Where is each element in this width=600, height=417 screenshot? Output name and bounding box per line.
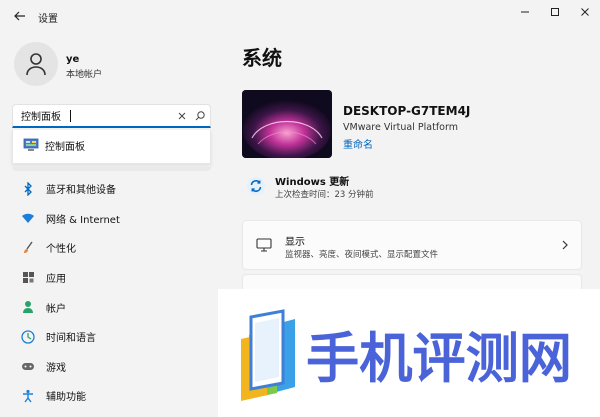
sidebar-item-label: 时间和语言 <box>46 333 96 345</box>
rename-link[interactable]: 重命名 <box>343 136 373 151</box>
apps-icon <box>21 271 35 285</box>
sidebar-item-network[interactable]: 网络 & Internet <box>12 204 211 234</box>
bluetooth-icon <box>21 181 35 196</box>
close-button[interactable] <box>570 0 600 24</box>
sidebar-item-bluetooth[interactable]: 蓝牙和其他设备 <box>12 174 211 204</box>
search-box[interactable] <box>12 104 211 128</box>
sidebar-item-label: 辅助功能 <box>46 392 86 404</box>
device-name: DESKTOP-G7TEM4J <box>343 104 471 118</box>
sidebar-item-label: 蓝牙和其他设备 <box>46 185 116 197</box>
avatar[interactable] <box>14 42 58 86</box>
sidebar-item-label: 游戏 <box>46 362 66 374</box>
card-subtitle: 监视器、亮度、夜间模式、显示配置文件 <box>285 250 439 260</box>
sidebar-item-label: 网络 & Internet <box>46 214 120 226</box>
accessibility-icon <box>21 389 35 403</box>
search-input[interactable] <box>21 110 161 121</box>
chevron-right-icon <box>562 240 568 250</box>
window-controls <box>510 0 600 24</box>
card-title: 显示 <box>285 237 305 248</box>
title-bar: 设置 <box>0 0 600 32</box>
gamepad-icon <box>21 359 35 373</box>
person-icon <box>21 300 35 314</box>
minimize-button[interactable] <box>510 0 540 24</box>
person-icon <box>26 53 46 76</box>
sidebar-item-gaming[interactable]: 游戏 <box>12 352 211 382</box>
brush-icon <box>21 241 35 255</box>
sidebar-item-label: 帐户 <box>46 303 66 315</box>
watermark-text: 手机评测网 <box>306 327 572 387</box>
display-settings-card[interactable]: 显示 监视器、亮度、夜间模式、显示配置文件 <box>242 220 582 270</box>
windows-update-status: 上次检查时间：23 分钟前 <box>275 190 374 200</box>
windows-update-icon[interactable] <box>246 176 266 196</box>
sidebar-item-label: 个性化 <box>46 244 76 256</box>
app-title: 设置 <box>38 14 58 25</box>
sidebar-item-accessibility[interactable]: 辅助功能 <box>12 381 211 411</box>
sidebar-item-time-language[interactable]: 时间和语言 <box>12 322 211 352</box>
page-title: 系统 <box>242 46 282 70</box>
watermark: 手机评测网 <box>218 289 600 417</box>
text-caret <box>70 110 71 122</box>
search-suggestions: 控制面板 <box>12 130 211 164</box>
minimize-icon <box>521 11 529 13</box>
suggestion-item[interactable]: 控制面板 <box>23 137 85 153</box>
maximize-button[interactable] <box>540 0 570 24</box>
search-icon[interactable] <box>194 110 206 122</box>
sidebar-item-label: 应用 <box>46 274 66 286</box>
phone-logo-icon <box>241 309 295 401</box>
monitor-icon <box>256 238 272 252</box>
control-panel-icon <box>23 138 39 151</box>
sidebar-item-apps[interactable]: 应用 <box>12 263 211 293</box>
maximize-icon <box>551 8 559 16</box>
nav-item-partial <box>12 167 211 171</box>
back-arrow-icon[interactable] <box>12 8 28 24</box>
close-icon <box>581 8 589 16</box>
clear-icon[interactable] <box>176 110 188 122</box>
device-wallpaper-thumbnail <box>242 90 332 158</box>
sidebar-nav: 蓝牙和其他设备 网络 & Internet 个性化 应用 帐户 时间和语言 游戏… <box>12 174 211 411</box>
suggestion-label: 控制面板 <box>45 141 85 153</box>
windows-update-title[interactable]: Windows 更新 <box>275 173 349 188</box>
watermark-label: 手机评测网 <box>306 327 572 387</box>
sidebar-item-accounts[interactable]: 帐户 <box>12 292 211 322</box>
globe-clock-icon <box>21 330 35 344</box>
device-model: VMware Virtual Platform <box>343 122 458 133</box>
wifi-icon <box>21 211 35 225</box>
user-name: ye <box>66 54 80 65</box>
account-type: 本地帐户 <box>66 70 103 80</box>
sidebar-item-personalization[interactable]: 个性化 <box>12 233 211 263</box>
